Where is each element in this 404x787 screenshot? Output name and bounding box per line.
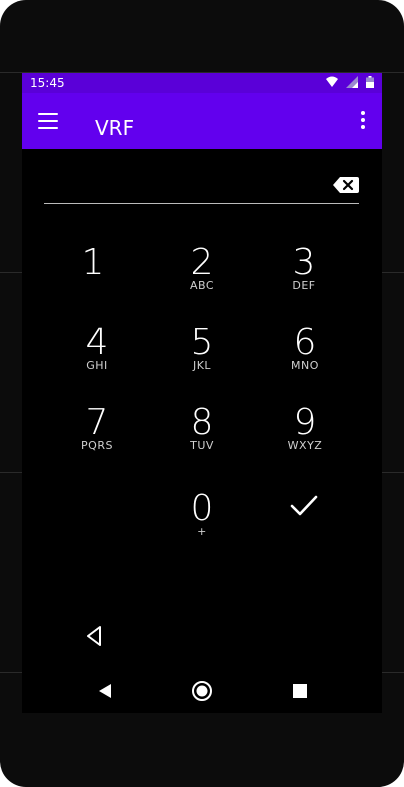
hamburger-menu-icon[interactable] [38, 113, 58, 129]
key-0[interactable]: 0 + [157, 489, 247, 559]
screen: 15:45 VRF 1 2 ABC 3 DEF 4 GHI 5 JKL 6 MN… [22, 73, 382, 713]
key-6[interactable]: 6 MNO [260, 323, 350, 393]
signal-icon [346, 76, 358, 88]
key-letters: + [197, 525, 207, 538]
status-time: 15:45 [30, 76, 65, 90]
more-vert-icon[interactable] [360, 111, 366, 131]
backspace-icon[interactable] [333, 177, 359, 193]
back-triangle-icon[interactable] [84, 624, 108, 648]
number-input[interactable] [44, 169, 359, 204]
key-letters: PQRS [81, 439, 113, 452]
key-digit: 4 [85, 322, 109, 363]
bezel-line-mid3 [0, 472, 22, 473]
key-5[interactable]: 5 JKL [157, 323, 247, 393]
bezel-line-mid4 [382, 472, 404, 473]
recents-icon[interactable] [288, 679, 312, 703]
wifi-icon [326, 76, 338, 87]
key-1[interactable]: 1 [48, 243, 138, 313]
key-4[interactable]: 4 GHI [52, 323, 142, 393]
key-letters: MNO [291, 359, 319, 372]
key-7[interactable]: 7 PQRS [52, 403, 142, 473]
status-bar: 15:45 [22, 73, 382, 93]
key-letters: GHI [86, 359, 108, 372]
battery-icon [366, 76, 374, 88]
key-digit: 6 [293, 322, 317, 363]
key-letters: TUV [190, 439, 214, 452]
key-letters: DEF [292, 279, 316, 292]
key-digit: 3 [292, 242, 316, 283]
bezel-line-mid2 [382, 272, 404, 273]
key-letters: WXYZ [287, 439, 323, 452]
key-3[interactable]: 3 DEF [259, 243, 349, 313]
key-digit: 1 [81, 242, 105, 283]
app-bar: VRF [22, 93, 382, 149]
app-title: VRF [95, 116, 135, 140]
key-digit: 0 [190, 488, 214, 529]
status-icons [326, 76, 374, 88]
back-arrow-icon[interactable] [94, 679, 118, 703]
system-navigation-bar [22, 673, 382, 709]
device-frame: 15:45 VRF 1 2 ABC 3 DEF 4 GHI 5 JKL 6 MN… [0, 0, 404, 787]
key-8[interactable]: 8 TUV [157, 403, 247, 473]
key-letters: JKL [192, 359, 212, 372]
key-digit: 8 [190, 402, 214, 443]
key-digit: 9 [293, 402, 317, 443]
key-9[interactable]: 9 WXYZ [260, 403, 350, 473]
key-digit: 5 [190, 322, 214, 363]
key-letters: ABC [189, 279, 215, 292]
check-icon[interactable] [284, 485, 324, 525]
key-2[interactable]: 2 ABC [157, 243, 247, 313]
key-digit: 2 [190, 242, 214, 283]
home-icon[interactable] [190, 679, 214, 703]
bezel-line-mid1 [0, 272, 22, 273]
key-digit: 7 [85, 402, 109, 443]
